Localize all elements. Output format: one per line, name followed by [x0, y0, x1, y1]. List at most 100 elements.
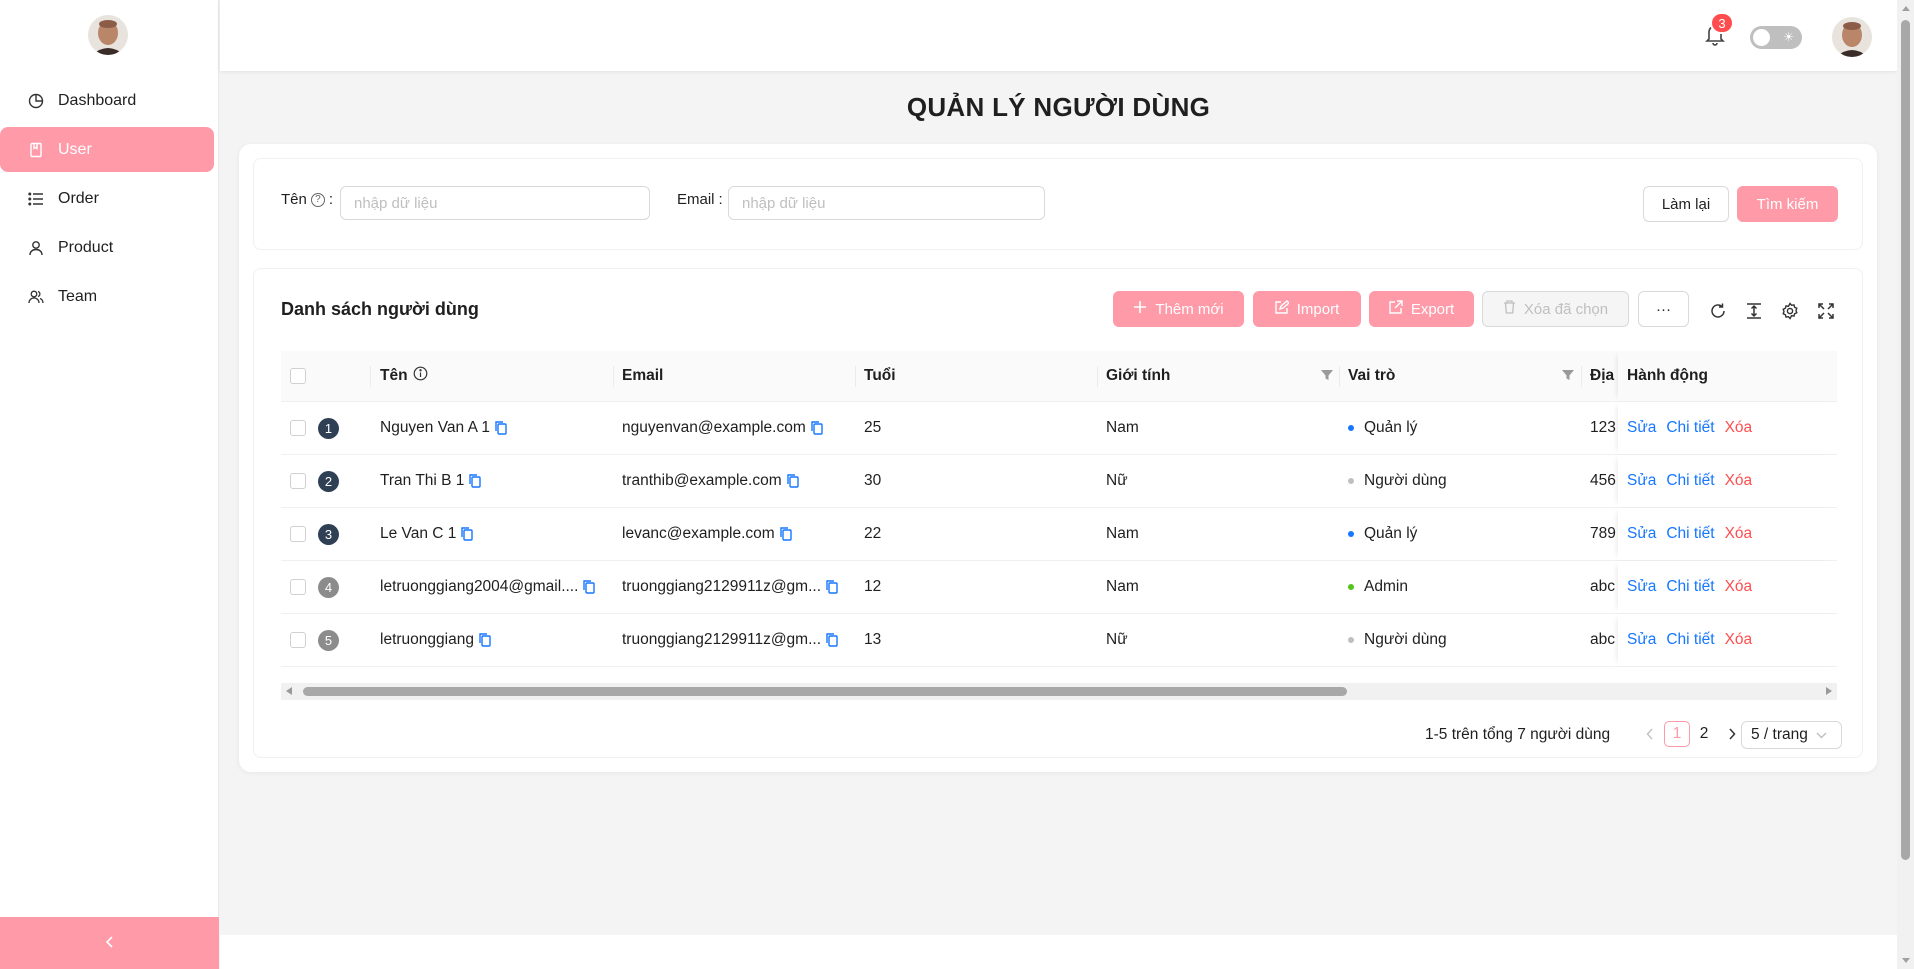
sidebar-item-user[interactable]: User: [0, 127, 214, 172]
gender-filter-icon[interactable]: [1321, 368, 1333, 386]
add-new-button[interactable]: Thêm mới: [1113, 291, 1244, 327]
copy-icon[interactable]: [826, 580, 838, 594]
scroll-up-arrow[interactable]: [1902, 6, 1910, 11]
name-search-input[interactable]: [340, 186, 650, 220]
import-button[interactable]: Import: [1253, 291, 1361, 327]
col-header-role[interactable]: Vai trò: [1348, 351, 1548, 401]
user-avatar[interactable]: [1832, 17, 1872, 57]
column-height-icon[interactable]: [1743, 300, 1765, 322]
info-circle-icon: [413, 366, 428, 386]
row-index-badge: 4: [318, 576, 339, 598]
edit-link[interactable]: Sửa: [1627, 525, 1656, 543]
user-name: letruonggiang: [380, 631, 474, 648]
col-header-age[interactable]: Tuổi: [864, 351, 1094, 401]
user-role: Người dùng: [1364, 472, 1447, 489]
trash-icon: [1503, 300, 1516, 318]
fullscreen-icon[interactable]: [1815, 300, 1837, 322]
edit-link[interactable]: Sửa: [1627, 578, 1656, 596]
copy-icon[interactable]: [469, 474, 482, 488]
delete-link[interactable]: Xóa: [1725, 472, 1753, 490]
user-gender: Nữ: [1106, 631, 1128, 648]
row-checkbox[interactable]: [290, 632, 306, 648]
row-actions: Sửa Chi tiết Xóa: [1627, 455, 1827, 507]
col-header-gender[interactable]: Giới tính: [1106, 351, 1306, 401]
delete-selected-button[interactable]: Xóa đã chọn: [1482, 291, 1629, 327]
user-name: Nguyen Van A 1: [380, 419, 491, 436]
copy-icon[interactable]: [479, 633, 491, 647]
theme-toggle[interactable]: ☀: [1750, 26, 1802, 49]
detail-link[interactable]: Chi tiết: [1666, 525, 1714, 543]
sidebar-item-label: Product: [58, 238, 114, 256]
copy-icon[interactable]: [811, 421, 823, 435]
search-form: Tên ? : Email : Làm lại Tìm kiếm: [253, 158, 1863, 250]
delete-link[interactable]: Xóa: [1725, 525, 1753, 543]
prev-page-button[interactable]: [1637, 721, 1663, 747]
user-role: Người dùng: [1364, 631, 1447, 648]
edit-link[interactable]: Sửa: [1627, 419, 1656, 437]
sidebar-item-team[interactable]: Team: [0, 274, 214, 319]
user-name: Le Van C 1: [380, 525, 457, 542]
copy-icon[interactable]: [583, 580, 596, 594]
user-age: 25: [864, 419, 882, 436]
scroll-left-arrow[interactable]: [286, 687, 292, 695]
delete-link[interactable]: Xóa: [1725, 631, 1753, 649]
scroll-down-arrow[interactable]: [1902, 958, 1910, 963]
page-1-button[interactable]: 1: [1664, 721, 1690, 747]
edit-link[interactable]: Sửa: [1627, 472, 1656, 490]
row-checkbox[interactable]: [290, 420, 306, 436]
copy-icon[interactable]: [461, 527, 474, 541]
chevron-left-icon: [105, 933, 115, 954]
reload-icon[interactable]: [1707, 300, 1729, 322]
scrollbar-thumb[interactable]: [1901, 20, 1910, 860]
role-status-dot: [1348, 584, 1354, 590]
user-email-cell: truonggiang2129911z@gm...: [622, 561, 857, 613]
user-email: truonggiang2129911z@gm...: [622, 631, 822, 648]
delete-link[interactable]: Xóa: [1725, 419, 1753, 437]
logo-avatar[interactable]: [88, 15, 128, 55]
page-scrollbar[interactable]: [1897, 0, 1914, 969]
export-button[interactable]: Export: [1369, 291, 1474, 327]
role-filter-icon[interactable]: [1562, 368, 1574, 386]
copy-icon[interactable]: [495, 421, 507, 435]
edit-link[interactable]: Sửa: [1627, 631, 1656, 649]
col-header-name[interactable]: Tên: [380, 351, 610, 401]
delete-link[interactable]: Xóa: [1725, 578, 1753, 596]
export-icon: [1389, 300, 1403, 318]
top-header: 3 ☀: [220, 0, 1897, 71]
page-size-select[interactable]: 5 / trang: [1741, 721, 1842, 749]
col-header-email[interactable]: Email: [622, 351, 852, 401]
sidebar-item-dashboard[interactable]: Dashboard: [0, 78, 214, 123]
row-checkbox[interactable]: [290, 473, 306, 489]
table-horizontal-scrollbar[interactable]: [281, 683, 1837, 700]
copy-icon[interactable]: [780, 527, 792, 541]
horizontal-scroll-thumb[interactable]: [303, 687, 1347, 696]
page-title: QUẢN LÝ NGƯỜI DÙNG: [906, 92, 1211, 122]
page-2-button[interactable]: 2: [1691, 721, 1717, 747]
sidebar-item-order[interactable]: Order: [0, 176, 214, 221]
user-role: Quản lý: [1364, 525, 1418, 542]
reset-button[interactable]: Làm lại: [1643, 186, 1729, 222]
content-card: Tên ? : Email : Làm lại Tìm kiếm Danh sá…: [239, 144, 1877, 772]
toggle-knob: [1753, 29, 1770, 46]
sidebar-item-product[interactable]: Product: [0, 225, 214, 270]
pie-chart-icon: [27, 92, 45, 110]
user-name-cell: letruonggiang2004@gmail....: [380, 561, 615, 613]
row-index-badge: 3: [318, 523, 339, 545]
user-email-cell: tranthib@example.com: [622, 455, 857, 507]
sidebar-collapse-button[interactable]: [0, 917, 219, 969]
user-gender: Nam: [1106, 525, 1139, 542]
detail-link[interactable]: Chi tiết: [1666, 472, 1714, 490]
more-button[interactable]: ···: [1638, 291, 1689, 327]
select-all-checkbox[interactable]: [290, 368, 306, 384]
scroll-right-arrow[interactable]: [1826, 687, 1832, 695]
detail-link[interactable]: Chi tiết: [1666, 419, 1714, 437]
search-button[interactable]: Tìm kiếm: [1737, 186, 1838, 222]
detail-link[interactable]: Chi tiết: [1666, 578, 1714, 596]
row-checkbox[interactable]: [290, 526, 306, 542]
copy-icon[interactable]: [826, 633, 838, 647]
email-search-input[interactable]: [728, 186, 1045, 220]
copy-icon[interactable]: [786, 474, 799, 488]
settings-icon[interactable]: [1779, 300, 1801, 322]
detail-link[interactable]: Chi tiết: [1666, 631, 1714, 649]
row-checkbox[interactable]: [290, 579, 306, 595]
